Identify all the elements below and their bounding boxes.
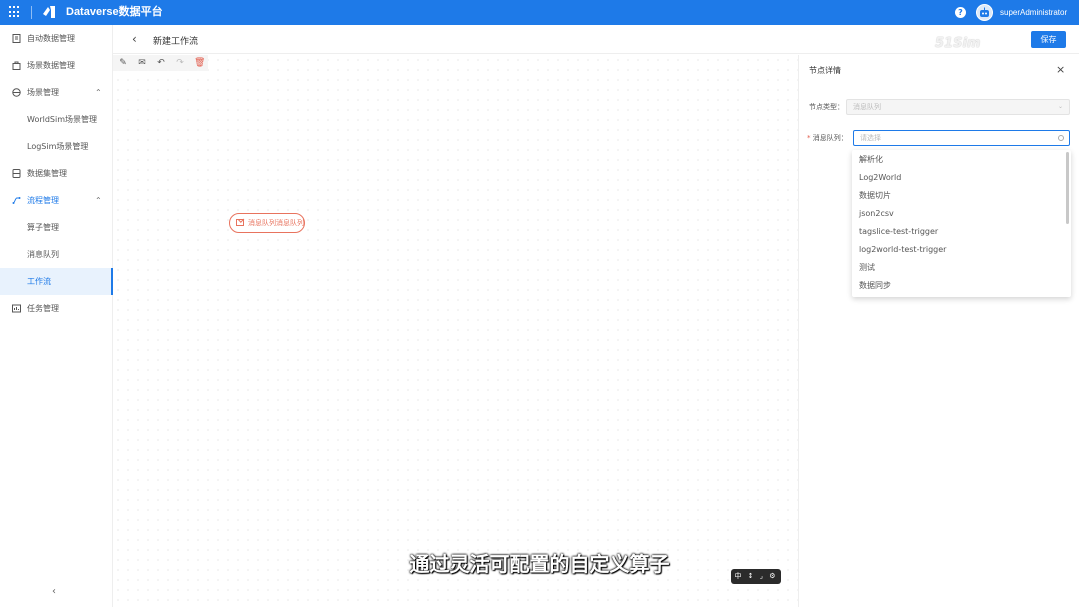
chevron-down-icon: ⌄: [1057, 103, 1063, 110]
node-detail-panel: 节点详情 × 节点类型： 消息队列 ⌄ * 消息队列： 请选择: [798, 55, 1079, 607]
divider: [31, 6, 32, 19]
chevron-up-icon: ⌃: [95, 88, 102, 97]
dropdown-option[interactable]: 数据切片: [852, 187, 1064, 205]
dropdown-option[interactable]: log2world-test-trigger: [852, 241, 1064, 259]
dropdown-scrollbar[interactable]: [1066, 152, 1069, 224]
app-grid-icon[interactable]: [9, 6, 21, 18]
dropdown-option[interactable]: 测试: [852, 259, 1064, 277]
video-subtitle: 通过灵活可配置的自定义算子: [409, 552, 670, 576]
user-name[interactable]: superAdministrator: [1000, 8, 1067, 18]
queue-label-text: 消息队列：: [812, 134, 848, 142]
dropdown-option[interactable]: 解析化: [852, 151, 1064, 169]
redo-icon[interactable]: ↷: [175, 58, 185, 68]
file-icon: [12, 34, 21, 43]
queue-search-input[interactable]: 请选择: [853, 130, 1070, 146]
node-type-label: 节点类型：: [809, 103, 844, 111]
sidebar-item-task[interactable]: 任务管理: [0, 295, 113, 322]
sidebar-item-label: WorldSim场景管理: [27, 115, 98, 124]
bag-icon: [12, 61, 21, 70]
sidebar-item-message-queue[interactable]: 消息队列: [0, 241, 113, 268]
sidebar-item-label: 消息队列: [27, 250, 59, 259]
sidebar-item-auto-data[interactable]: 自动数据管理: [0, 25, 113, 52]
close-icon[interactable]: ×: [1056, 63, 1065, 76]
app-brand: Dataverse数据平台: [66, 6, 163, 18]
sidebar-item-workflow[interactable]: 工作流: [0, 268, 113, 295]
back-button[interactable]: ‹: [132, 32, 137, 46]
sidebar-item-scene-data[interactable]: 场景数据管理: [0, 52, 113, 79]
sidebar-item-dataset[interactable]: 数据集管理: [0, 160, 113, 187]
node-label: 消息队列消息队列: [248, 219, 304, 227]
search-icon: [1058, 135, 1064, 141]
sidebar-item-operator[interactable]: 算子管理: [0, 214, 113, 241]
dropdown-option[interactable]: tagslice-test-trigger: [852, 223, 1064, 241]
sidebar-item-label: 场景数据管理: [27, 61, 75, 70]
sidebar-group-flow[interactable]: 流程管理 ⌃: [0, 187, 113, 214]
sidebar-item-label: 自动数据管理: [27, 34, 75, 43]
dataset-icon: [12, 169, 21, 178]
sidebar-item-label: 场景管理: [27, 88, 59, 97]
edit-icon[interactable]: ✎: [118, 58, 128, 68]
sidebar-item-logsim[interactable]: LogSim场景管理: [0, 133, 113, 160]
flow-icon: [12, 197, 21, 204]
workflow-canvas[interactable]: ✎ ✉ ↶ ↷ 🗑 消息队列消息队列 中 ↕ ⌟ ⚙: [113, 55, 798, 607]
robot-icon: [980, 7, 989, 17]
queue-placeholder: 请选择: [860, 134, 881, 142]
queue-dropdown: 解析化 Log2World 数据切片 json2csv tagslice-tes…: [852, 150, 1071, 297]
required-mark: *: [807, 134, 811, 142]
chevron-up-icon: ⌃: [95, 196, 102, 205]
sidebar-item-label: 工作流: [27, 277, 51, 286]
undo-icon[interactable]: ↶: [156, 58, 166, 68]
sidebar-item-label: 算子管理: [27, 223, 59, 232]
sidebar-item-worldsim[interactable]: WorldSim场景管理: [0, 106, 113, 133]
sidebar-collapse-button[interactable]: ‹: [52, 586, 56, 597]
queue-label: * 消息队列：: [807, 133, 848, 143]
sidebar-group-scene[interactable]: 场景管理 ⌃: [0, 79, 113, 106]
watermark-logo: 51Sim: [935, 36, 981, 51]
dataverse-logo-icon: [43, 6, 55, 18]
help-icon[interactable]: ?: [955, 7, 966, 18]
node-type-value: 消息队列: [853, 103, 881, 111]
sidebar-item-label: 流程管理: [27, 196, 59, 205]
workflow-node[interactable]: 消息队列消息队列: [229, 213, 305, 233]
top-bar: Dataverse数据平台 ? superAdministrator: [0, 0, 1079, 25]
save-button[interactable]: 保存: [1031, 31, 1066, 48]
sidebar-item-label: 数据集管理: [27, 169, 67, 178]
delete-icon[interactable]: 🗑: [194, 58, 205, 68]
page-title: 新建工作流: [153, 37, 199, 47]
globe-icon: [12, 88, 21, 97]
dropdown-option[interactable]: json2csv: [852, 205, 1064, 223]
sidebar-item-label: LogSim场景管理: [27, 142, 89, 151]
task-icon: [12, 304, 21, 313]
sidebar: 自动数据管理 场景数据管理 场景管理 ⌃ WorldSim场景管理 LogSim…: [0, 25, 113, 607]
panel-title: 节点详情: [809, 66, 841, 75]
node-type-select: 消息队列 ⌄: [846, 99, 1070, 115]
message-queue-icon: [236, 219, 244, 226]
dropdown-option[interactable]: Log2World: [852, 169, 1064, 187]
sidebar-item-label: 任务管理: [27, 304, 59, 313]
dropdown-option[interactable]: 数据同步: [852, 277, 1064, 295]
canvas-toolbar: ✎ ✉ ↶ ↷ 🗑: [113, 55, 208, 71]
mail-icon[interactable]: ✉: [137, 58, 147, 68]
avatar[interactable]: [976, 4, 993, 21]
